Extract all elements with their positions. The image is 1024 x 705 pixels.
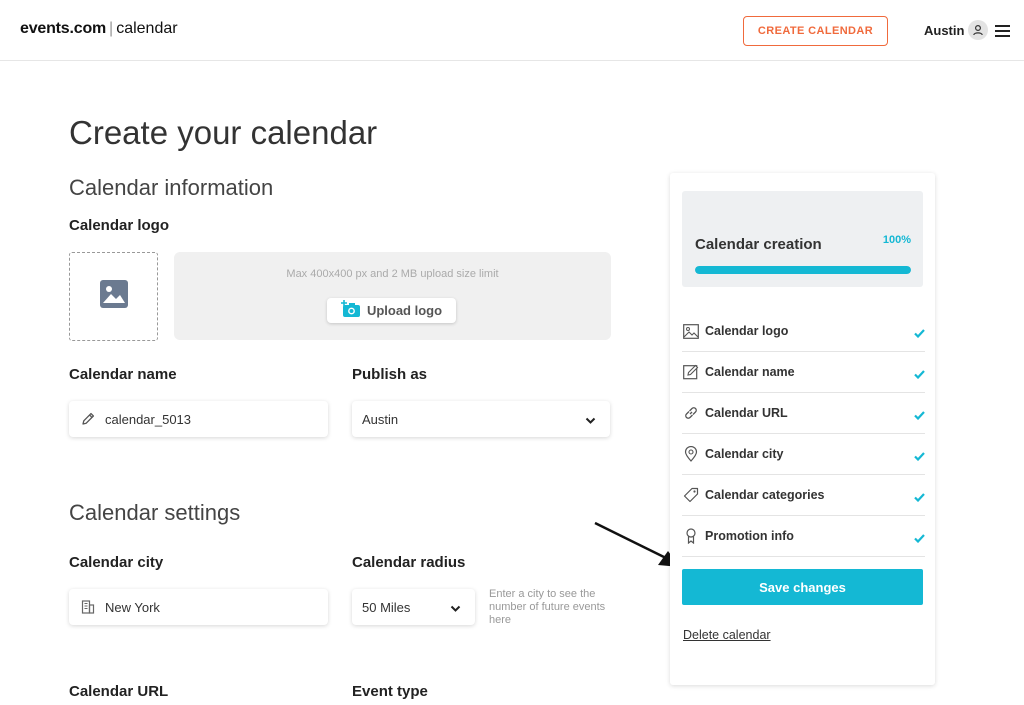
brand-separator: | bbox=[109, 20, 114, 37]
brand-name: events.com bbox=[20, 20, 107, 37]
image-icon bbox=[682, 323, 699, 340]
link-icon bbox=[682, 405, 699, 422]
checklist-item-name[interactable]: Calendar name bbox=[682, 352, 925, 393]
progress-box: Calendar creation 100% bbox=[682, 191, 923, 287]
publish-as-value: Austin bbox=[362, 411, 399, 427]
site-logo[interactable]: events.com | calendar bbox=[20, 20, 178, 38]
checklist-item-categories[interactable]: Calendar categories bbox=[682, 475, 925, 516]
page-title: Create your calendar bbox=[69, 114, 378, 151]
checkmark-icon bbox=[914, 366, 925, 384]
section-title-information: Calendar information bbox=[69, 175, 274, 200]
calendar-city-value: New York bbox=[105, 599, 160, 615]
progress-title: Calendar creation bbox=[695, 236, 822, 253]
image-icon bbox=[99, 280, 128, 313]
calendar-radius-label: Calendar radius bbox=[352, 554, 466, 571]
upload-hint: Max 400x400 px and 2 MB upload size limi… bbox=[286, 268, 499, 280]
award-icon bbox=[682, 528, 699, 545]
calendar-radius-value: 50 Miles bbox=[362, 599, 411, 615]
progress-bar bbox=[695, 266, 911, 274]
upload-logo-button[interactable]: Upload logo bbox=[327, 298, 456, 323]
section-title-settings: Calendar settings bbox=[69, 500, 241, 525]
progress-bar-fill bbox=[695, 266, 911, 274]
calendar-logo-label: Calendar logo bbox=[69, 217, 170, 234]
checklist-label: Promotion info bbox=[705, 529, 794, 543]
calendar-name-label: Calendar name bbox=[69, 366, 177, 383]
checkmark-icon bbox=[914, 407, 925, 425]
checklist-label: Calendar logo bbox=[705, 324, 789, 338]
checkmark-icon bbox=[914, 448, 925, 466]
upload-area: Max 400x400 px and 2 MB upload size limi… bbox=[174, 252, 611, 340]
camera-plus-icon bbox=[340, 300, 361, 321]
edit-icon bbox=[682, 364, 699, 381]
event-type-label: Event type bbox=[352, 683, 428, 700]
radius-hint: Enter a city to see the number of future… bbox=[489, 588, 606, 626]
calendar-name-value: calendar_5013 bbox=[105, 411, 192, 427]
checkmark-icon bbox=[914, 530, 925, 548]
publish-as-select[interactable]: Austin bbox=[352, 401, 610, 437]
checklist: Calendar logo Calendar name Calendar URL… bbox=[682, 311, 925, 557]
chevron-down-icon bbox=[585, 413, 596, 428]
pencil-icon bbox=[80, 411, 96, 427]
hamburger-menu-icon[interactable] bbox=[995, 24, 1010, 37]
checklist-item-url[interactable]: Calendar URL bbox=[682, 393, 925, 434]
calendar-city-label: Calendar city bbox=[69, 554, 164, 571]
user-icon[interactable] bbox=[968, 20, 988, 40]
calendar-city-field[interactable]: New York bbox=[69, 589, 328, 625]
checklist-item-logo[interactable]: Calendar logo bbox=[682, 311, 925, 352]
map-pin-icon bbox=[682, 446, 699, 463]
user-name[interactable]: Austin bbox=[924, 23, 964, 38]
logo-placeholder[interactable] bbox=[69, 252, 158, 341]
checklist-label: Calendar name bbox=[705, 365, 795, 379]
checklist-label: Calendar categories bbox=[705, 488, 825, 502]
chevron-down-icon bbox=[450, 601, 461, 616]
checklist-item-city[interactable]: Calendar city bbox=[682, 434, 925, 475]
checklist-label: Calendar URL bbox=[705, 406, 788, 420]
calendar-url-label: Calendar URL bbox=[69, 683, 169, 700]
checkmark-icon bbox=[914, 489, 925, 507]
top-header: events.com | calendar CREATE CALENDAR Aust… bbox=[0, 0, 1024, 61]
checkmark-icon bbox=[914, 325, 925, 343]
checklist-item-promotion[interactable]: Promotion info bbox=[682, 516, 925, 557]
publish-as-label: Publish as bbox=[352, 366, 428, 383]
progress-percent: 100% bbox=[882, 234, 911, 246]
calendar-name-field[interactable]: calendar_5013 bbox=[69, 401, 328, 437]
save-changes-button[interactable]: Save changes bbox=[682, 569, 923, 605]
create-calendar-button[interactable]: CREATE CALENDAR bbox=[743, 16, 888, 46]
checklist-label: Calendar city bbox=[705, 447, 784, 461]
calendar-creation-panel: Calendar creation 100% Calendar logo Cal… bbox=[670, 173, 935, 685]
brand-subtitle: calendar bbox=[116, 20, 178, 37]
calendar-radius-select[interactable]: 50 Miles bbox=[352, 589, 475, 625]
tag-icon bbox=[682, 487, 699, 504]
building-icon bbox=[80, 599, 96, 615]
delete-calendar-link[interactable]: Delete calendar bbox=[683, 628, 771, 642]
upload-logo-label: Upload logo bbox=[366, 303, 443, 318]
